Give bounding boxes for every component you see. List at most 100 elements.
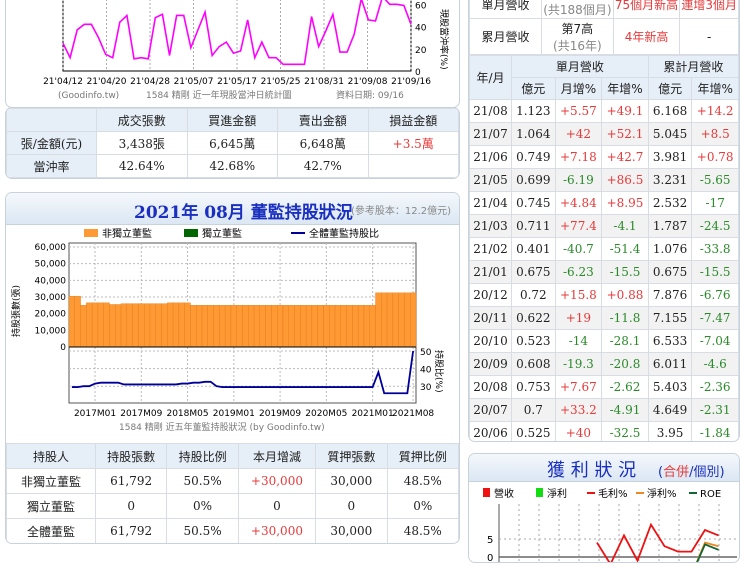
bar [340,305,347,348]
month-cell: 21/02 [469,237,512,261]
table-cell: +33.2 [554,398,603,422]
table-cell: 2.532 [647,191,693,215]
daytrade-chart-panel: 21'04/12 21'04/20 21'04/28 21'05/07 21'05/17… [5,0,460,108]
table-cell: -6.76 [691,283,739,307]
bar [300,305,307,348]
month-cell: 20/11 [469,306,512,330]
table-cell: 1.076 [647,237,693,261]
column-header: 年增% [691,77,739,100]
row-label: 累月營收 [469,18,542,55]
y-tick-label: 60,000 [35,243,67,253]
y-tick-label: 60 [415,1,427,11]
bar [357,305,365,348]
directors-title: 2021年 08月 董監持股狀況 [134,203,353,223]
table-row: 20/08 0.753 +7.67 -2.62 5.403 -2.36 [469,375,739,399]
legend-label: 淨利% [647,488,677,500]
streak-cell: - [679,18,739,55]
bar [386,292,394,348]
table-cell: -14 [554,329,603,353]
table-cell: 0% [386,493,459,519]
bar [80,305,87,348]
legend-swatch-independent [184,229,198,237]
rank-total: (共16年) [553,38,602,53]
table-row: 20/10 0.523 -14 -28.1 6.533 -7.04 [469,329,739,353]
consolidated-link[interactable]: 合併 [663,465,689,480]
x-tick-label: 21'04/12 [43,77,83,87]
table-cell: +0.78 [691,145,739,169]
legend-label: 非獨立董監 [102,227,152,240]
x-tick-label: 21'09/08 [348,77,388,87]
y-tick-label: 30,000 [35,293,67,303]
table-cell: 1.787 [647,214,693,238]
row-label: 張/金額(元) [6,131,97,155]
bar [242,305,249,348]
table-cell: 0.753 [511,375,556,399]
table-cell: -24.5 [691,214,739,238]
monthly-revenue-table: 年/月 單月營收 累計月營收 億元 月增% 年增% 億元 年增% 21/08 1.123 +5.57… [469,55,739,441]
bar [392,292,399,348]
x-tick-label: 2020M05 [305,409,347,419]
bar [68,295,75,348]
bar [363,305,370,348]
table-cell: -33.8 [691,237,739,261]
table-cell: 0.675 [647,260,693,284]
daytrade-table: 成交張數 買進金額 賣出金額 損益金額 張/金額(元) 3,438張 6,645萬 6,648… [6,108,459,178]
table-cell: -19.3 [554,352,603,376]
revenue-summary-table: 單月營收 (共188個月) 75個月新高 連增3個月 累月營收 第7高 (共16年) 4年新高… [469,0,739,55]
month-cell: 20/06 [469,421,512,441]
bar [167,302,174,348]
bar [138,303,145,348]
record-cell: 4年新高 [612,18,681,55]
bar [224,305,232,348]
streak-cell: 連增3個月 [679,0,739,19]
table-cell: 6,648萬 [277,131,369,155]
table-cell: 1.123 [511,99,556,123]
table-cell: -4.1 [601,214,649,238]
y-tick-label: 5 [487,535,493,546]
bar [155,303,162,348]
table-cell: +30,000 [237,468,317,494]
x-tick-label: 21'09/16 [391,77,431,87]
y-axis-label: 持股張數(張) [10,285,22,337]
header-row: 持股人 持股張數 持股比例 本月增減 質押張數 質押比例 [6,443,459,469]
bar [219,305,226,348]
data-date: 資料日期: 09/16 [336,89,404,101]
bar [236,305,243,348]
bar [132,303,139,348]
table-cell: 50.5% [166,518,239,543]
y-tick-label: 10,000 [35,326,67,336]
bar [248,305,255,348]
x-tick-label: 21'05/07 [174,77,214,87]
revenue-panel: 單月營收 (共188個月) 75個月新高 連增3個月 累月營收 第7高 (共16年) 4年新高… [468,0,740,442]
bar [381,292,388,348]
daytrade-table-panel: 成交張數 買進金額 賣出金額 損益金額 張/金額(元) 3,438張 6,645萬 6,648… [5,107,460,179]
table-cell: 0 [94,493,168,519]
individual-link[interactable]: 個別 [693,465,719,480]
column-header: 質押比例 [386,443,459,469]
table-cell: 7.155 [647,306,693,330]
bar [265,305,272,348]
table-cell: -20.8 [601,352,649,376]
table-row: 20/11 0.622 +19 -11.8 7.155 -7.47 [469,306,739,330]
table-cell: 0.745 [511,191,556,215]
table-cell: -7.47 [691,306,739,330]
table-row: 21/08 1.123 +5.57 +49.1 6.168 +14.2 [469,99,739,123]
table-cell: 0.523 [511,329,556,353]
bar [271,305,278,348]
x-tick-label: 2021M08 [392,409,434,419]
column-header: 年/月 [469,55,512,100]
profit-title: 獲 利 狀 況 [547,460,637,481]
table-cell: -6.19 [554,168,603,192]
x-tick-label: 21'04/28 [130,77,170,87]
table-cell: 42.68% [186,154,278,178]
table-row: 非獨立董監 61,792 50.5% +30,000 30,000 48.5% [6,468,459,494]
table-cell: -15.5 [691,260,739,284]
month-cell: 20/10 [469,329,512,353]
table-cell: +8.95 [601,191,649,215]
bar [311,305,318,348]
x-tick-label: 21'05/25 [261,77,301,87]
bar [277,305,284,348]
column-header: 損益金額 [367,108,459,132]
table-row: 21/01 0.675 -6.23 -15.5 0.675 -15.5 [469,260,739,284]
bar [109,304,116,348]
